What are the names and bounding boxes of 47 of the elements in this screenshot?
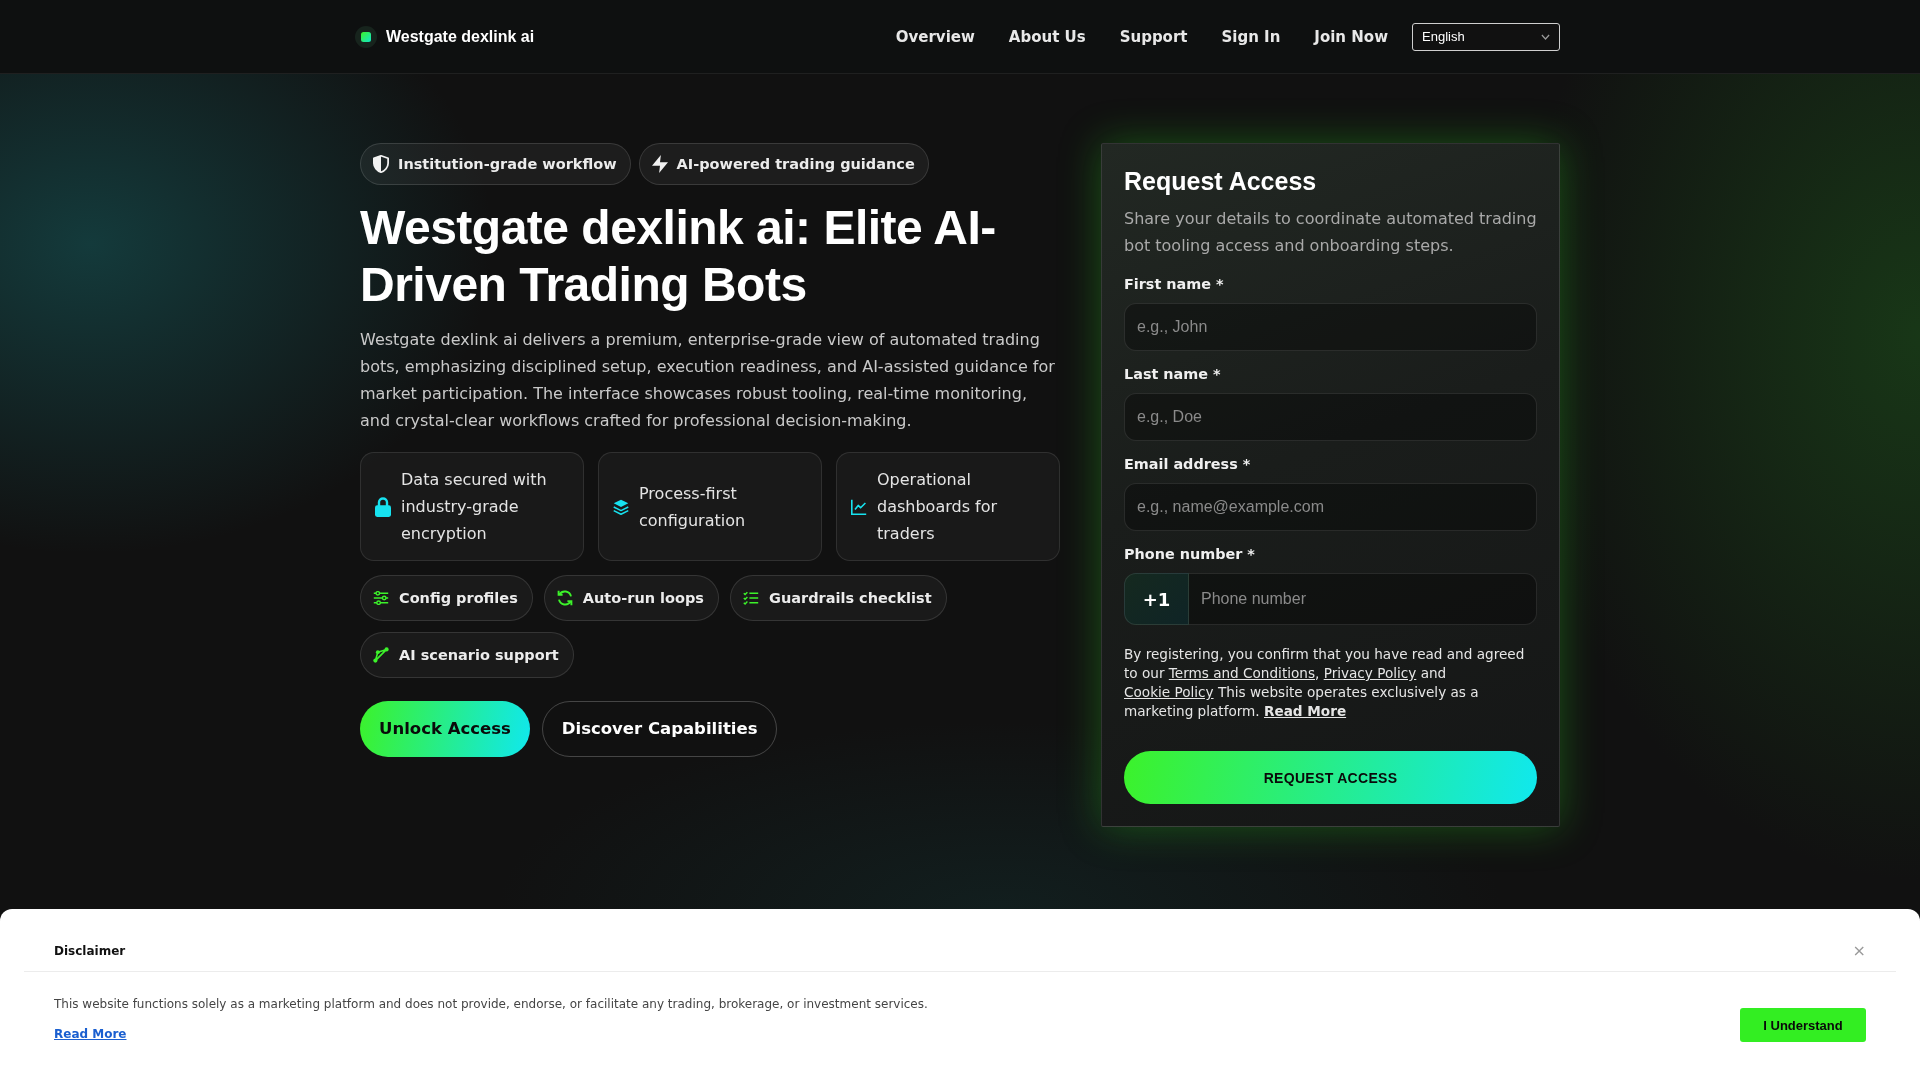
shield-icon	[373, 155, 389, 173]
disclaimer-text: This website functions solely as a marketing platform and does not provide, endorse, or facilitate any trading, brokerage, or investment services.	[54, 996, 928, 1013]
understand-button[interactable]: I Understand	[1740, 1008, 1866, 1042]
nav-link[interactable]: Sign In	[1221, 26, 1281, 47]
policy-link[interactable]: Privacy Policy	[1323, 665, 1417, 681]
read-more-link[interactable]: Read More	[1264, 703, 1347, 719]
hero-description: Westgate dexlink ai delivers a premium, enterprise-grade view of automated trading bots, emphasizing disciplined setup, execution readiness, and AI-assisted guidance for market participation. The interface showcases robust tooling, real-time monitoring, and crystal-clear workflows crafted for professional decision-making.	[360, 329, 1056, 432]
language-select[interactable]: English	[1412, 22, 1560, 51]
consent-text: By registering, you confirm that you have read and agreed to our Terms and Conditions, Privacy Policy and Cookie Policy This website operates exclusively as a marketing platform. Read More	[1124, 645, 1526, 721]
layers-icon	[613, 498, 629, 515]
capability-text: Auto-run loops	[582, 589, 704, 607]
policy-link[interactable]: Cookie Policy	[1124, 684, 1214, 700]
field-label: Email address *	[1124, 455, 1252, 474]
field-label: Last name *	[1124, 365, 1222, 384]
feature-text: Operational dashboards for traders	[877, 469, 999, 545]
nav-link[interactable]: Support	[1119, 26, 1188, 47]
field-label: Phone number *	[1124, 545, 1256, 564]
feature-text: Process-first configuration	[639, 482, 747, 532]
capability-text: Guardrails checklist	[769, 589, 932, 607]
logo-text[interactable]: Westgate dexlink ai	[386, 26, 535, 47]
field-label: First name *	[1124, 275, 1225, 294]
read-more-link[interactable]: Read More	[54, 1025, 127, 1043]
highlight-text: AI-powered trading guidance	[676, 155, 915, 173]
policy-link[interactable]: Terms and Conditions	[1168, 665, 1315, 681]
form-title: Request Access	[1124, 166, 1318, 196]
nav-link[interactable]: About Us	[1008, 26, 1086, 47]
highlight-text: Institution-grade workflow	[398, 155, 617, 173]
hero-heading: Westgate dexlink ai: Elite AI-Driven Trading Bots	[360, 200, 997, 313]
form-description: Share your details to coordinate automated trading bot tooling access and onboarding steps.	[1124, 208, 1537, 257]
node-triangle-icon	[373, 647, 389, 663]
capability-text: AI scenario support	[399, 646, 559, 664]
lightning-bolt-icon	[651, 155, 668, 173]
unlock-button[interactable]: Unlock Access	[360, 701, 530, 757]
checklist-icon	[743, 591, 759, 605]
capability-text: Config profiles	[399, 589, 518, 607]
nav-link[interactable]: Overview	[895, 26, 975, 47]
nav-link[interactable]: Join Now	[1314, 26, 1388, 47]
country-code[interactable]: +1	[1124, 573, 1189, 625]
disclaimer-title: Disclaimer	[54, 943, 126, 959]
refresh-icon	[556, 590, 573, 606]
chevron-down-icon	[1541, 33, 1550, 40]
sliders-icon	[373, 591, 389, 605]
lock-icon	[375, 496, 391, 517]
line-chart-icon	[851, 498, 867, 515]
request-access-button[interactable]: REQUEST ACCESS	[1124, 751, 1537, 804]
logo-icon	[355, 25, 377, 48]
feature-text: Data secured with industry-grade encryption	[401, 469, 548, 545]
